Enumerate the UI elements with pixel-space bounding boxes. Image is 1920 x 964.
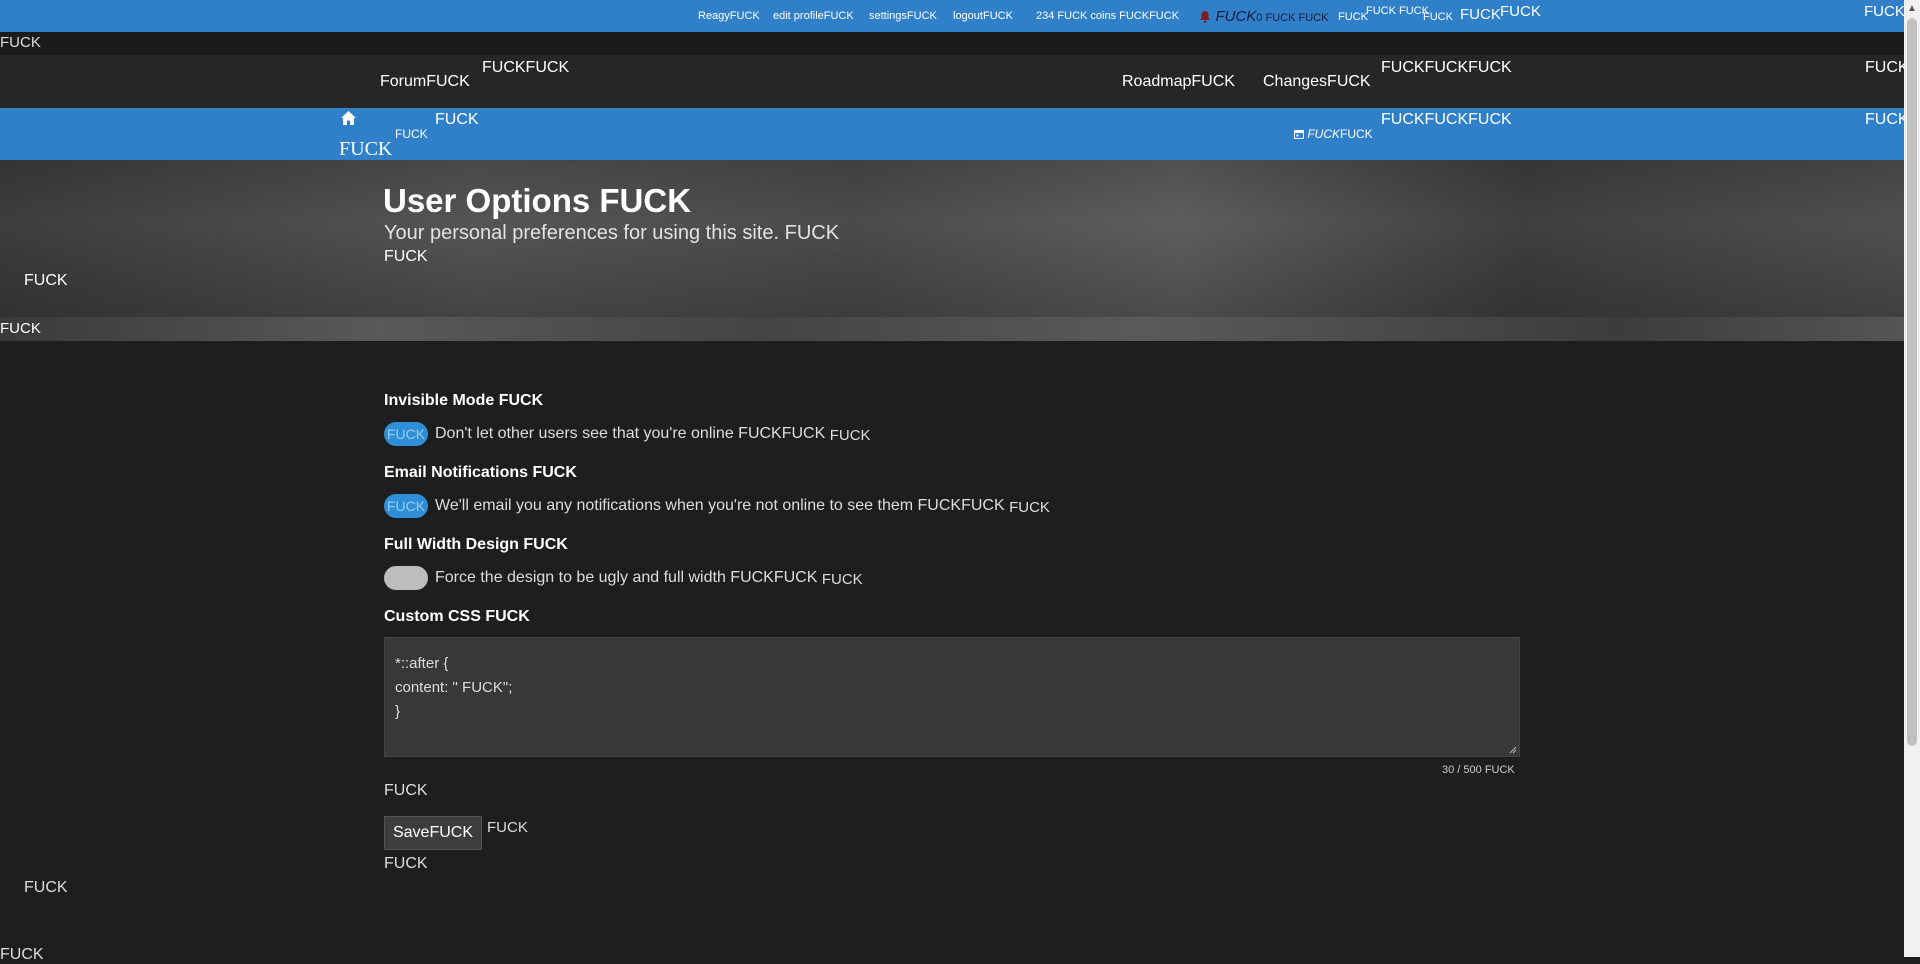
notifications-count: 0 FUCK FUCK	[1256, 12, 1329, 24]
invisible-mode-tail: FUCK	[829, 427, 871, 444]
bell-icon	[1200, 11, 1210, 24]
username-link[interactable]: ReagyFUCK	[698, 10, 760, 22]
top-strip-text: FUCK	[0, 34, 41, 51]
invisible-mode-label: Invisible Mode FUCK	[384, 392, 544, 409]
userbar-extra-sup: FUCK FUCK	[1366, 5, 1429, 17]
custom-css-label: Custom CSS FUCK	[384, 608, 530, 625]
notifications-label: FUCK	[1215, 8, 1257, 25]
email-notifications-label: Email Notifications FUCK	[384, 464, 577, 481]
nav-roadmap[interactable]: RoadmapFUCK	[1122, 73, 1235, 91]
resize-handle-icon[interactable]	[1509, 746, 1517, 754]
breadcrumb-home-sup-2: FUCK	[435, 111, 479, 128]
nav-edge: FUCK	[1865, 59, 1909, 76]
userbar-extra-3-sup: FUCK	[1500, 3, 1541, 20]
breadcrumb: FUCK FUCK FUCK FUCKFUCK FUCKFUCKFUCK FUC…	[0, 108, 1909, 160]
breadcrumb-home-under: FUCK	[339, 138, 393, 160]
home-icon	[341, 111, 356, 125]
scrollbar[interactable]: ▲	[1904, 0, 1920, 957]
logout-link[interactable]: logoutFUCK	[953, 10, 1013, 22]
page-title: User Options FUCK	[383, 182, 692, 219]
custom-css-counter: 30 / 500 FUCK	[1442, 764, 1515, 776]
full-width-label: Full Width Design FUCK	[384, 536, 568, 553]
nav-right-sup: FUCKFUCKFUCK	[1381, 59, 1512, 76]
page-subtitle: Your personal preferences for using this…	[384, 222, 840, 244]
nav-changes[interactable]: ChangesFUCK	[1263, 73, 1371, 91]
full-width-tail: FUCK	[821, 571, 863, 588]
custom-css-textarea[interactable]: *::after { content: " FUCK"; }	[384, 637, 1520, 757]
user-bar: ReagyFUCK edit profileFUCK settingsFUCK …	[0, 0, 1905, 32]
nav-forum-sup: FUCKFUCK	[482, 59, 570, 76]
userbar-extra: FUCK	[1338, 11, 1368, 23]
invisible-mode-toggle[interactable]: FUCK	[384, 422, 428, 446]
email-notifications-description-text: We'll email you any notifications when y…	[435, 497, 1005, 514]
form-after-save: FUCK	[487, 819, 528, 836]
settings-link[interactable]: settingsFUCK	[869, 10, 937, 22]
userbar-extra-3: FUCK	[1460, 6, 1501, 23]
email-notifications-toggle[interactable]: FUCK	[384, 494, 428, 518]
full-width-description-text: Force the design to be ugly and full wid…	[435, 569, 818, 586]
main-nav: ForumFUCK FUCKFUCK RoadmapFUCK ChangesFU…	[0, 55, 1909, 108]
calendar-icon	[1294, 130, 1304, 139]
full-width-description: Force the design to be ugly and full wid…	[435, 569, 863, 588]
footer-bottom: FUCK	[0, 946, 44, 963]
hero-strip-text: FUCK	[0, 320, 41, 337]
scrollbar-thumb[interactable]	[1907, 18, 1917, 746]
coins-link[interactable]: 234 FUCK coins FUCKFUCK	[1036, 10, 1179, 22]
invisible-mode-description: Don't let other users see that you're on…	[435, 425, 871, 444]
date-tail: FUCK	[1340, 127, 1373, 141]
hero-strip: FUCK	[0, 317, 1904, 341]
top-strip: FUCK	[0, 32, 1904, 55]
edit-profile-link[interactable]: edit profileFUCK	[773, 10, 854, 22]
footer-side: FUCK	[24, 879, 68, 896]
invisible-mode-description-text: Don't let other users see that you're on…	[435, 425, 826, 442]
full-width-toggle[interactable]	[384, 566, 428, 590]
form-after-css: FUCK	[384, 782, 428, 799]
nav-forum[interactable]: ForumFUCK	[380, 73, 470, 91]
date-icon-text: FUCK	[1307, 127, 1341, 141]
page-header-side: FUCK	[24, 272, 68, 289]
breadcrumb-home-sup: FUCK	[395, 127, 428, 141]
email-notifications-description: We'll email you any notifications when y…	[435, 497, 1050, 516]
breadcrumb-right-sup: FUCKFUCKFUCK	[1381, 111, 1512, 128]
page-header-extra: FUCK	[384, 248, 428, 265]
page-header: User Options FUCK Your personal preferen…	[0, 160, 1904, 317]
breadcrumb-edge: FUCK	[1865, 111, 1909, 128]
home-link[interactable]	[340, 110, 357, 131]
date-info: FUCKFUCK	[1294, 127, 1373, 141]
form-below-save: FUCK	[384, 855, 428, 872]
save-button[interactable]: SaveFUCK	[384, 816, 482, 850]
userbar-extra-2: FUCK	[1423, 11, 1453, 23]
chevron-up-icon[interactable]: ▲	[1906, 3, 1918, 15]
userbar-right-edge: FUCK	[1864, 3, 1905, 20]
email-notifications-tail: FUCK	[1009, 499, 1050, 516]
notifications-button[interactable]: FUCK0 FUCK FUCK	[1199, 8, 1328, 26]
